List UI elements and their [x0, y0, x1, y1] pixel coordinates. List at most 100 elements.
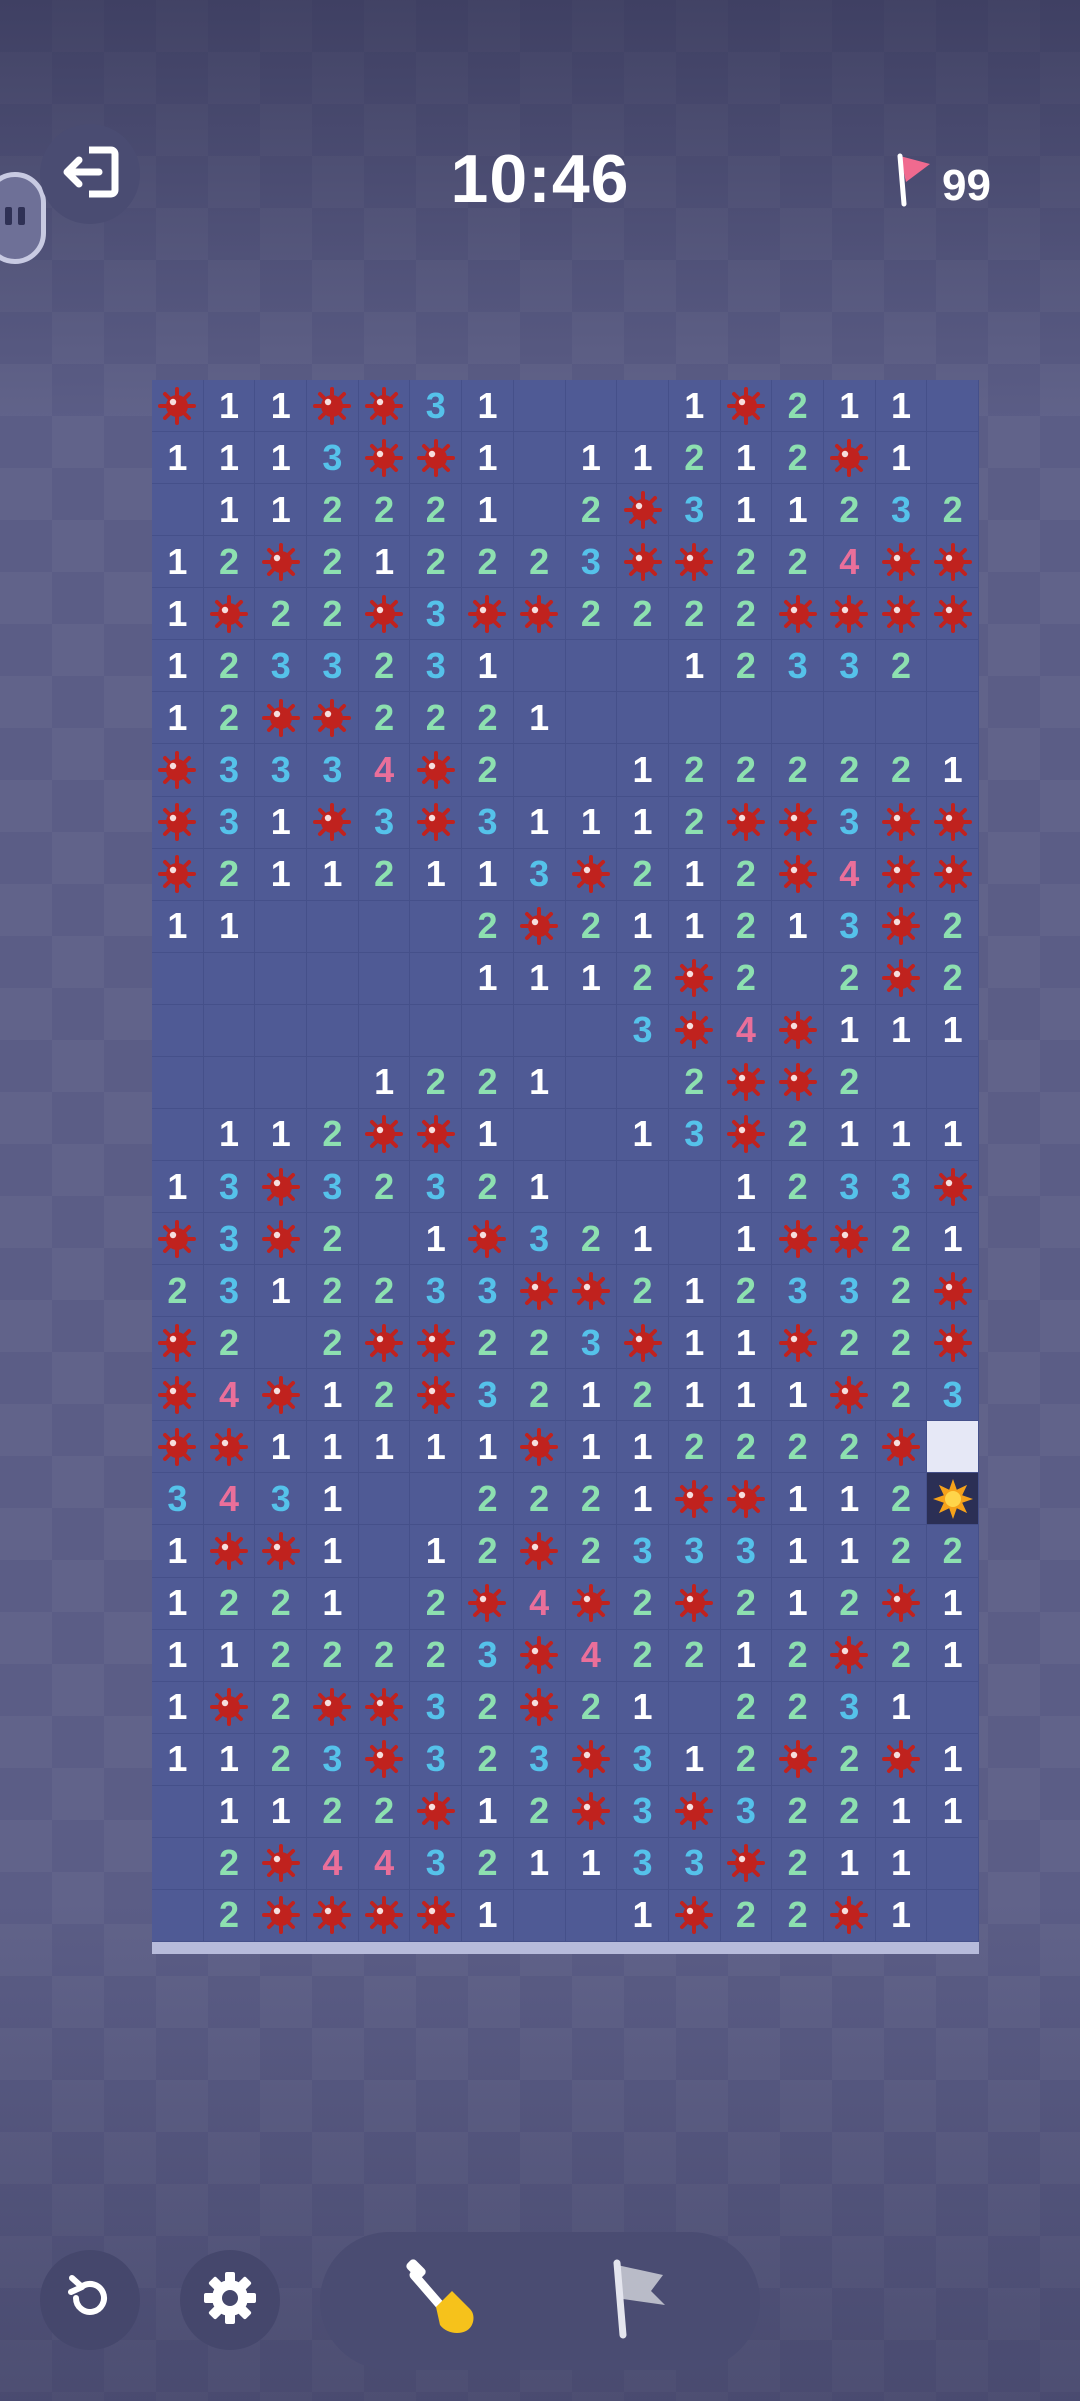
number-cell[interactable]: 1 [152, 536, 204, 589]
number-cell[interactable]: 3 [668, 1837, 721, 1890]
number-cell[interactable]: 2 [513, 1369, 566, 1422]
mine-cell[interactable] [410, 432, 463, 485]
mine-cell[interactable] [410, 1369, 463, 1422]
number-cell[interactable]: 2 [823, 1733, 876, 1786]
mine-cell[interactable] [410, 1317, 463, 1370]
mine-cell[interactable] [927, 796, 979, 849]
number-cell[interactable]: 1 [565, 796, 618, 849]
mine-cell[interactable] [772, 588, 824, 641]
number-cell[interactable]: 1 [875, 1837, 928, 1890]
mine-cell[interactable] [823, 432, 876, 485]
mine-cell[interactable] [720, 1473, 773, 1526]
mine-cell[interactable] [720, 1056, 773, 1109]
number-cell[interactable]: 3 [513, 848, 566, 901]
number-cell[interactable]: 2 [462, 1317, 514, 1370]
number-cell[interactable]: 2 [203, 848, 256, 901]
empty-cell[interactable] [617, 692, 669, 745]
number-cell[interactable]: 3 [307, 1733, 359, 1786]
number-cell[interactable]: 2 [772, 1889, 824, 1942]
empty-cell[interactable] [513, 484, 566, 537]
mine-cell[interactable] [358, 380, 411, 433]
number-cell[interactable]: 1 [462, 484, 514, 537]
number-cell[interactable]: 1 [617, 1681, 669, 1734]
number-cell[interactable]: 3 [358, 796, 411, 849]
number-cell[interactable]: 2 [927, 1525, 979, 1578]
number-cell[interactable]: 2 [668, 796, 721, 849]
number-cell[interactable]: 2 [462, 900, 514, 953]
empty-cell[interactable] [513, 432, 566, 485]
empty-cell[interactable] [203, 1004, 256, 1057]
number-cell[interactable]: 3 [772, 1265, 824, 1318]
mine-cell[interactable] [927, 1265, 979, 1318]
empty-cell[interactable] [307, 952, 359, 1005]
number-cell[interactable]: 2 [772, 1681, 824, 1734]
empty-cell[interactable] [358, 1577, 411, 1630]
mine-cell[interactable] [720, 380, 773, 433]
number-cell[interactable]: 2 [203, 1317, 256, 1370]
empty-cell[interactable] [772, 692, 824, 745]
number-cell[interactable]: 2 [772, 536, 824, 589]
empty-cell[interactable] [617, 380, 669, 433]
number-cell[interactable]: 2 [565, 484, 618, 537]
mine-cell[interactable] [255, 1525, 308, 1578]
number-cell[interactable]: 2 [410, 1056, 463, 1109]
number-cell[interactable]: 2 [823, 952, 876, 1005]
number-cell[interactable]: 1 [668, 1369, 721, 1422]
number-cell[interactable]: 1 [152, 1681, 204, 1734]
number-cell[interactable]: 2 [462, 1473, 514, 1526]
mine-cell[interactable] [462, 1213, 514, 1266]
number-cell[interactable]: 2 [462, 1160, 514, 1214]
number-cell[interactable]: 3 [668, 1525, 721, 1578]
number-cell[interactable]: 2 [307, 484, 359, 537]
number-cell[interactable]: 2 [307, 536, 359, 589]
number-cell[interactable]: 3 [823, 1265, 876, 1318]
number-cell[interactable]: 1 [203, 900, 256, 953]
empty-cell[interactable] [513, 744, 566, 797]
number-cell[interactable]: 2 [358, 1265, 411, 1318]
number-cell[interactable]: 2 [823, 1317, 876, 1370]
mine-cell[interactable] [668, 1577, 721, 1630]
number-cell[interactable]: 1 [617, 1108, 669, 1161]
number-cell[interactable]: 1 [927, 1004, 979, 1057]
number-cell[interactable]: 3 [255, 640, 308, 693]
mine-cell[interactable] [358, 1733, 411, 1786]
number-cell[interactable]: 2 [772, 1160, 824, 1214]
mine-cell[interactable] [152, 380, 204, 433]
number-cell[interactable]: 1 [720, 432, 773, 485]
number-cell[interactable]: 4 [307, 1837, 359, 1890]
empty-cell[interactable] [152, 1837, 204, 1890]
number-cell[interactable]: 2 [410, 1629, 463, 1682]
empty-cell[interactable] [358, 952, 411, 1005]
number-cell[interactable]: 1 [307, 848, 359, 901]
number-cell[interactable]: 4 [358, 744, 411, 797]
number-cell[interactable]: 1 [875, 1108, 928, 1161]
number-cell[interactable]: 1 [410, 848, 463, 901]
number-cell[interactable]: 1 [152, 1733, 204, 1786]
number-cell[interactable]: 2 [668, 1629, 721, 1682]
number-cell[interactable]: 1 [617, 1213, 669, 1266]
mine-cell[interactable] [255, 1213, 308, 1266]
number-cell[interactable]: 1 [307, 1421, 359, 1474]
number-cell[interactable]: 1 [720, 1213, 773, 1266]
mine-cell[interactable] [772, 1733, 824, 1786]
exploded-mine-cell[interactable] [927, 1473, 979, 1526]
empty-cell[interactable] [513, 380, 566, 433]
mine-cell[interactable] [358, 1889, 411, 1942]
mine-cell[interactable] [772, 1317, 824, 1370]
number-cell[interactable]: 1 [772, 484, 824, 537]
number-cell[interactable]: 1 [927, 1213, 979, 1266]
flag-mode-button[interactable] [588, 2251, 688, 2351]
number-cell[interactable]: 1 [617, 796, 669, 849]
number-cell[interactable]: 1 [307, 1525, 359, 1578]
mine-cell[interactable] [823, 1889, 876, 1942]
empty-cell[interactable] [875, 692, 928, 745]
mine-cell[interactable] [668, 1889, 721, 1942]
empty-cell[interactable] [410, 952, 463, 1005]
mine-cell[interactable] [307, 1889, 359, 1942]
number-cell[interactable]: 1 [358, 1056, 411, 1109]
number-cell[interactable]: 1 [927, 1577, 979, 1630]
empty-cell[interactable] [565, 692, 618, 745]
number-cell[interactable]: 2 [875, 640, 928, 693]
number-cell[interactable]: 2 [617, 1629, 669, 1682]
mine-cell[interactable] [565, 1733, 618, 1786]
